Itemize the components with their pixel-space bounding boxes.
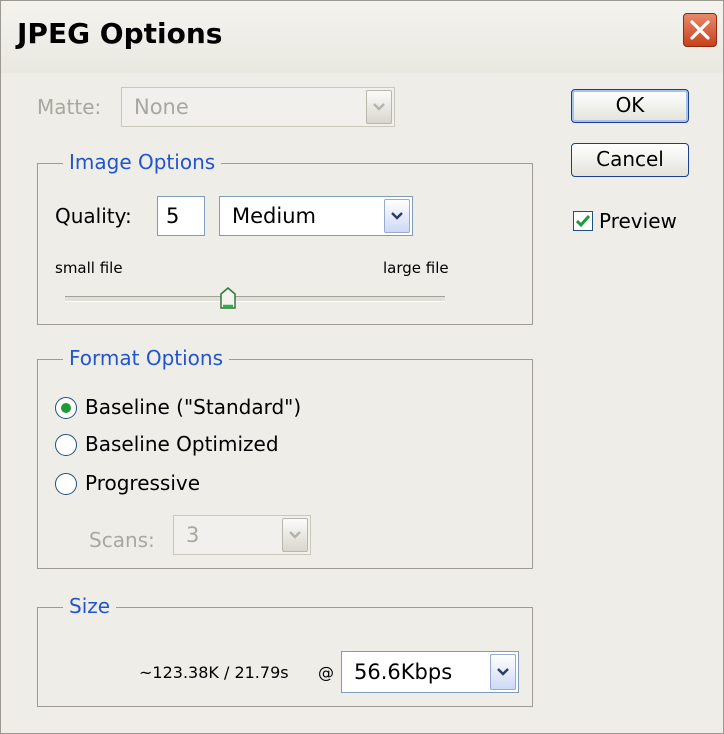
matte-value: None bbox=[134, 95, 189, 119]
scans-select[interactable]: 3 bbox=[173, 515, 311, 555]
progressive-radio[interactable] bbox=[55, 473, 77, 495]
window-title: JPEG Options bbox=[17, 17, 223, 50]
size-legend: Size bbox=[63, 594, 117, 618]
format-options-legend: Format Options bbox=[63, 346, 230, 370]
checkmark-icon bbox=[575, 215, 591, 228]
preview-label: Preview bbox=[599, 209, 677, 233]
scans-label: Scans: bbox=[89, 528, 155, 552]
baseline-standard-label: Baseline ("Standard") bbox=[85, 395, 302, 419]
connection-speed-select[interactable]: 56.6Kbps bbox=[341, 651, 519, 693]
connection-speed-value: 56.6Kbps bbox=[354, 660, 453, 684]
quality-slider-track[interactable] bbox=[65, 296, 445, 302]
small-file-label: small file bbox=[55, 259, 123, 277]
scans-value: 3 bbox=[186, 523, 200, 547]
chevron-down-icon[interactable] bbox=[366, 90, 392, 124]
progressive-label: Progressive bbox=[85, 471, 201, 495]
quality-input[interactable]: 5 bbox=[157, 196, 205, 236]
preview-checkbox[interactable] bbox=[573, 211, 593, 231]
close-icon[interactable] bbox=[683, 13, 717, 47]
cancel-button[interactable]: Cancel bbox=[571, 143, 689, 177]
quality-preset-select[interactable]: Medium bbox=[219, 196, 413, 236]
quality-preset-value: Medium bbox=[232, 204, 316, 228]
matte-label: Matte: bbox=[37, 95, 102, 119]
quality-value: 5 bbox=[166, 204, 180, 228]
size-estimate: ~123.38K / 21.79s bbox=[139, 663, 289, 682]
chevron-down-icon[interactable] bbox=[384, 199, 410, 233]
radio-selected-indicator bbox=[61, 403, 71, 413]
chevron-down-icon[interactable] bbox=[282, 518, 308, 552]
baseline-standard-radio[interactable] bbox=[55, 397, 77, 419]
chevron-down-icon[interactable] bbox=[490, 654, 516, 690]
baseline-optimized-label: Baseline Optimized bbox=[85, 432, 279, 456]
baseline-optimized-radio[interactable] bbox=[55, 434, 77, 456]
title-bar: JPEG Options bbox=[1, 1, 723, 73]
at-symbol: @ bbox=[318, 663, 334, 682]
ok-button[interactable]: OK bbox=[571, 89, 689, 123]
quality-slider-thumb[interactable] bbox=[220, 287, 237, 309]
jpeg-options-dialog: JPEG Options Matte: None OK Cancel Previ… bbox=[0, 0, 724, 734]
image-options-legend: Image Options bbox=[63, 150, 222, 174]
matte-select[interactable]: None bbox=[121, 87, 395, 127]
quality-label: Quality: bbox=[55, 204, 132, 228]
large-file-label: large file bbox=[383, 259, 449, 277]
